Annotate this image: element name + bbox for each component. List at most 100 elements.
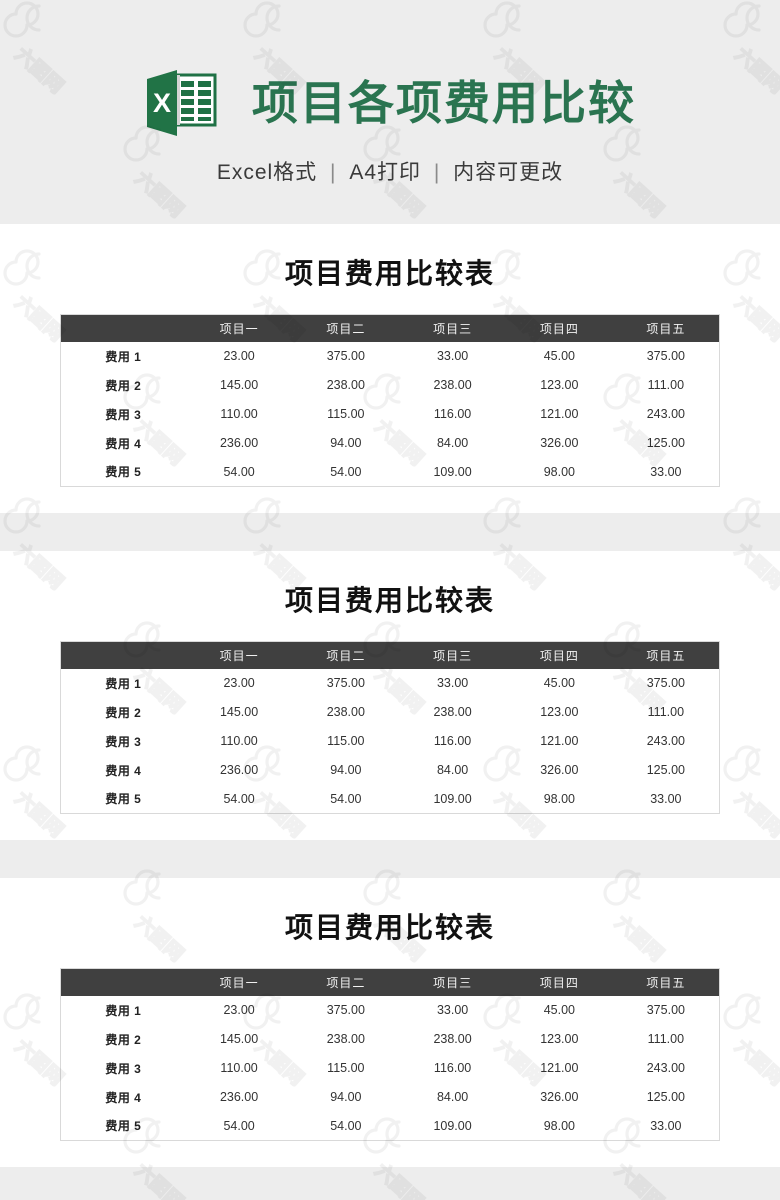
column-header: 项目五 bbox=[612, 968, 720, 996]
data-cell: 116.00 bbox=[399, 726, 506, 756]
column-header: 项目五 bbox=[612, 641, 720, 669]
column-header: 项目一 bbox=[185, 641, 293, 669]
data-cell: 98.00 bbox=[505, 784, 613, 814]
data-cell: 116.00 bbox=[399, 399, 506, 429]
page-subtitle: Excel格式 | A4打印 | 内容可更改 bbox=[0, 156, 780, 186]
column-header: 项目一 bbox=[185, 968, 293, 996]
row-header-cell: 费用 1 bbox=[60, 995, 186, 1025]
data-cell: 375.00 bbox=[612, 995, 720, 1025]
data-cell: 110.00 bbox=[185, 1053, 293, 1083]
column-header: 项目三 bbox=[399, 968, 506, 996]
row-header-cell: 费用 4 bbox=[60, 755, 186, 785]
sheet-card: 项目费用比较表项目一 项目二 项目三 项目四 项目五 费用 1 23.00 375.00 33.… bbox=[0, 878, 780, 1167]
header-row: X 项目各项费用比较 bbox=[0, 70, 780, 136]
data-cell: 111.00 bbox=[612, 1024, 720, 1054]
data-cell: 121.00 bbox=[505, 1053, 613, 1083]
table-header-row: 项目一 项目二 项目三 项目四 项目五 bbox=[60, 314, 720, 342]
row-header-cell: 费用 1 bbox=[60, 341, 186, 371]
data-cell: 243.00 bbox=[612, 1053, 720, 1083]
data-cell: 238.00 bbox=[399, 1024, 506, 1054]
page-header: X 项目各项费用比较 Excel格式 | A4打印 | 内容可更改 bbox=[0, 0, 780, 224]
row-header-cell: 费用 5 bbox=[60, 457, 186, 487]
data-cell: 84.00 bbox=[399, 755, 506, 785]
table-header-row: 项目一 项目二 项目三 项目四 项目五 bbox=[60, 641, 720, 669]
data-cell: 84.00 bbox=[399, 1082, 506, 1112]
data-cell: 326.00 bbox=[505, 1082, 613, 1112]
data-cell: 45.00 bbox=[505, 341, 613, 371]
data-cell: 110.00 bbox=[185, 726, 293, 756]
data-cell: 54.00 bbox=[292, 457, 400, 487]
table-corner-cell bbox=[60, 314, 186, 342]
data-cell: 375.00 bbox=[292, 668, 400, 698]
data-cell: 236.00 bbox=[185, 428, 293, 458]
svg-text:X: X bbox=[153, 88, 171, 118]
row-header-cell: 费用 4 bbox=[60, 1082, 186, 1112]
table-row: 费用 3 110.00 115.00 116.00 121.00 243.00 bbox=[60, 1053, 720, 1083]
data-cell: 238.00 bbox=[292, 697, 400, 727]
data-cell: 94.00 bbox=[292, 755, 400, 785]
data-cell: 115.00 bbox=[292, 1053, 400, 1083]
data-cell: 45.00 bbox=[505, 668, 613, 698]
data-cell: 94.00 bbox=[292, 1082, 400, 1112]
data-cell: 238.00 bbox=[292, 1024, 400, 1054]
data-cell: 33.00 bbox=[612, 784, 720, 814]
data-cell: 236.00 bbox=[185, 755, 293, 785]
table-row: 费用 1 23.00 375.00 33.00 45.00 375.00 bbox=[60, 995, 720, 1025]
data-cell: 238.00 bbox=[399, 697, 506, 727]
data-cell: 115.00 bbox=[292, 399, 400, 429]
data-cell: 23.00 bbox=[185, 341, 293, 371]
data-cell: 98.00 bbox=[505, 1111, 613, 1141]
column-header: 项目三 bbox=[399, 314, 506, 342]
data-cell: 98.00 bbox=[505, 457, 613, 487]
column-header: 项目四 bbox=[505, 314, 613, 342]
data-cell: 54.00 bbox=[185, 1111, 293, 1141]
table-row: 费用 5 54.00 54.00 109.00 98.00 33.00 bbox=[60, 457, 720, 487]
data-cell: 123.00 bbox=[505, 697, 613, 727]
data-cell: 54.00 bbox=[185, 457, 293, 487]
column-header: 项目四 bbox=[505, 968, 613, 996]
cost-comparison-table: 项目一 项目二 项目三 项目四 项目五 费用 1 23.00 375.00 33.00 45.00… bbox=[60, 968, 720, 1141]
table-row: 费用 4 236.00 94.00 84.00 326.00 125.00 bbox=[60, 428, 720, 458]
row-header-cell: 费用 4 bbox=[60, 428, 186, 458]
table-corner-cell bbox=[60, 968, 186, 996]
data-cell: 84.00 bbox=[399, 428, 506, 458]
data-cell: 236.00 bbox=[185, 1082, 293, 1112]
data-cell: 123.00 bbox=[505, 370, 613, 400]
data-cell: 375.00 bbox=[292, 995, 400, 1025]
preview-card-list: 项目费用比较表 项目一 项目二 项目三 项目四 项目五 费用 1 23.00 375.00 33.… bbox=[0, 224, 780, 1167]
table-row: 费用 1 23.00 375.00 33.00 45.00 375.00 bbox=[60, 668, 720, 698]
page-title: 项目各项费用比较 bbox=[252, 76, 636, 130]
data-cell: 123.00 bbox=[505, 1024, 613, 1054]
data-cell: 45.00 bbox=[505, 995, 613, 1025]
data-cell: 54.00 bbox=[292, 1111, 400, 1141]
data-cell: 326.00 bbox=[505, 428, 613, 458]
table-row: 费用 5 54.00 54.00 109.00 98.00 33.00 bbox=[60, 1111, 720, 1141]
row-header-cell: 费用 3 bbox=[60, 1053, 186, 1083]
sheet-card: 项目费用比较表 项目一 项目二 项目三 项目四 项目五 费用 1 23.00 375.00 33.… bbox=[0, 224, 780, 513]
sheet-title: 项目费用比较表 bbox=[284, 911, 495, 944]
data-cell: 33.00 bbox=[399, 995, 506, 1025]
data-cell: 111.00 bbox=[612, 697, 720, 727]
row-header-cell: 费用 1 bbox=[60, 668, 186, 698]
sheet-title: 项目费用比较表 bbox=[284, 584, 495, 617]
column-header: 项目二 bbox=[292, 968, 400, 996]
subtitle-part-editable: 内容可更改 bbox=[453, 161, 564, 184]
data-cell: 33.00 bbox=[612, 457, 720, 487]
data-cell: 121.00 bbox=[505, 399, 613, 429]
column-header: 项目二 bbox=[292, 641, 400, 669]
data-cell: 145.00 bbox=[185, 1024, 293, 1054]
data-cell: 145.00 bbox=[185, 697, 293, 727]
data-cell: 243.00 bbox=[612, 399, 720, 429]
subtitle-separator-2: | bbox=[433, 161, 441, 184]
table-row: 费用 4 236.00 94.00 84.00 326.00 125.00 bbox=[60, 755, 720, 785]
data-cell: 109.00 bbox=[399, 1111, 506, 1141]
table-row: 费用 3 110.00 115.00 116.00 121.00 243.00 bbox=[60, 726, 720, 756]
table-header-row: 项目一 项目二 项目三 项目四 项目五 bbox=[60, 968, 720, 996]
column-header: 项目四 bbox=[505, 641, 613, 669]
data-cell: 243.00 bbox=[612, 726, 720, 756]
data-cell: 33.00 bbox=[612, 1111, 720, 1141]
subtitle-part-print: A4打印 bbox=[349, 161, 422, 184]
row-header-cell: 费用 2 bbox=[60, 1024, 186, 1054]
data-cell: 238.00 bbox=[292, 370, 400, 400]
data-cell: 326.00 bbox=[505, 755, 613, 785]
